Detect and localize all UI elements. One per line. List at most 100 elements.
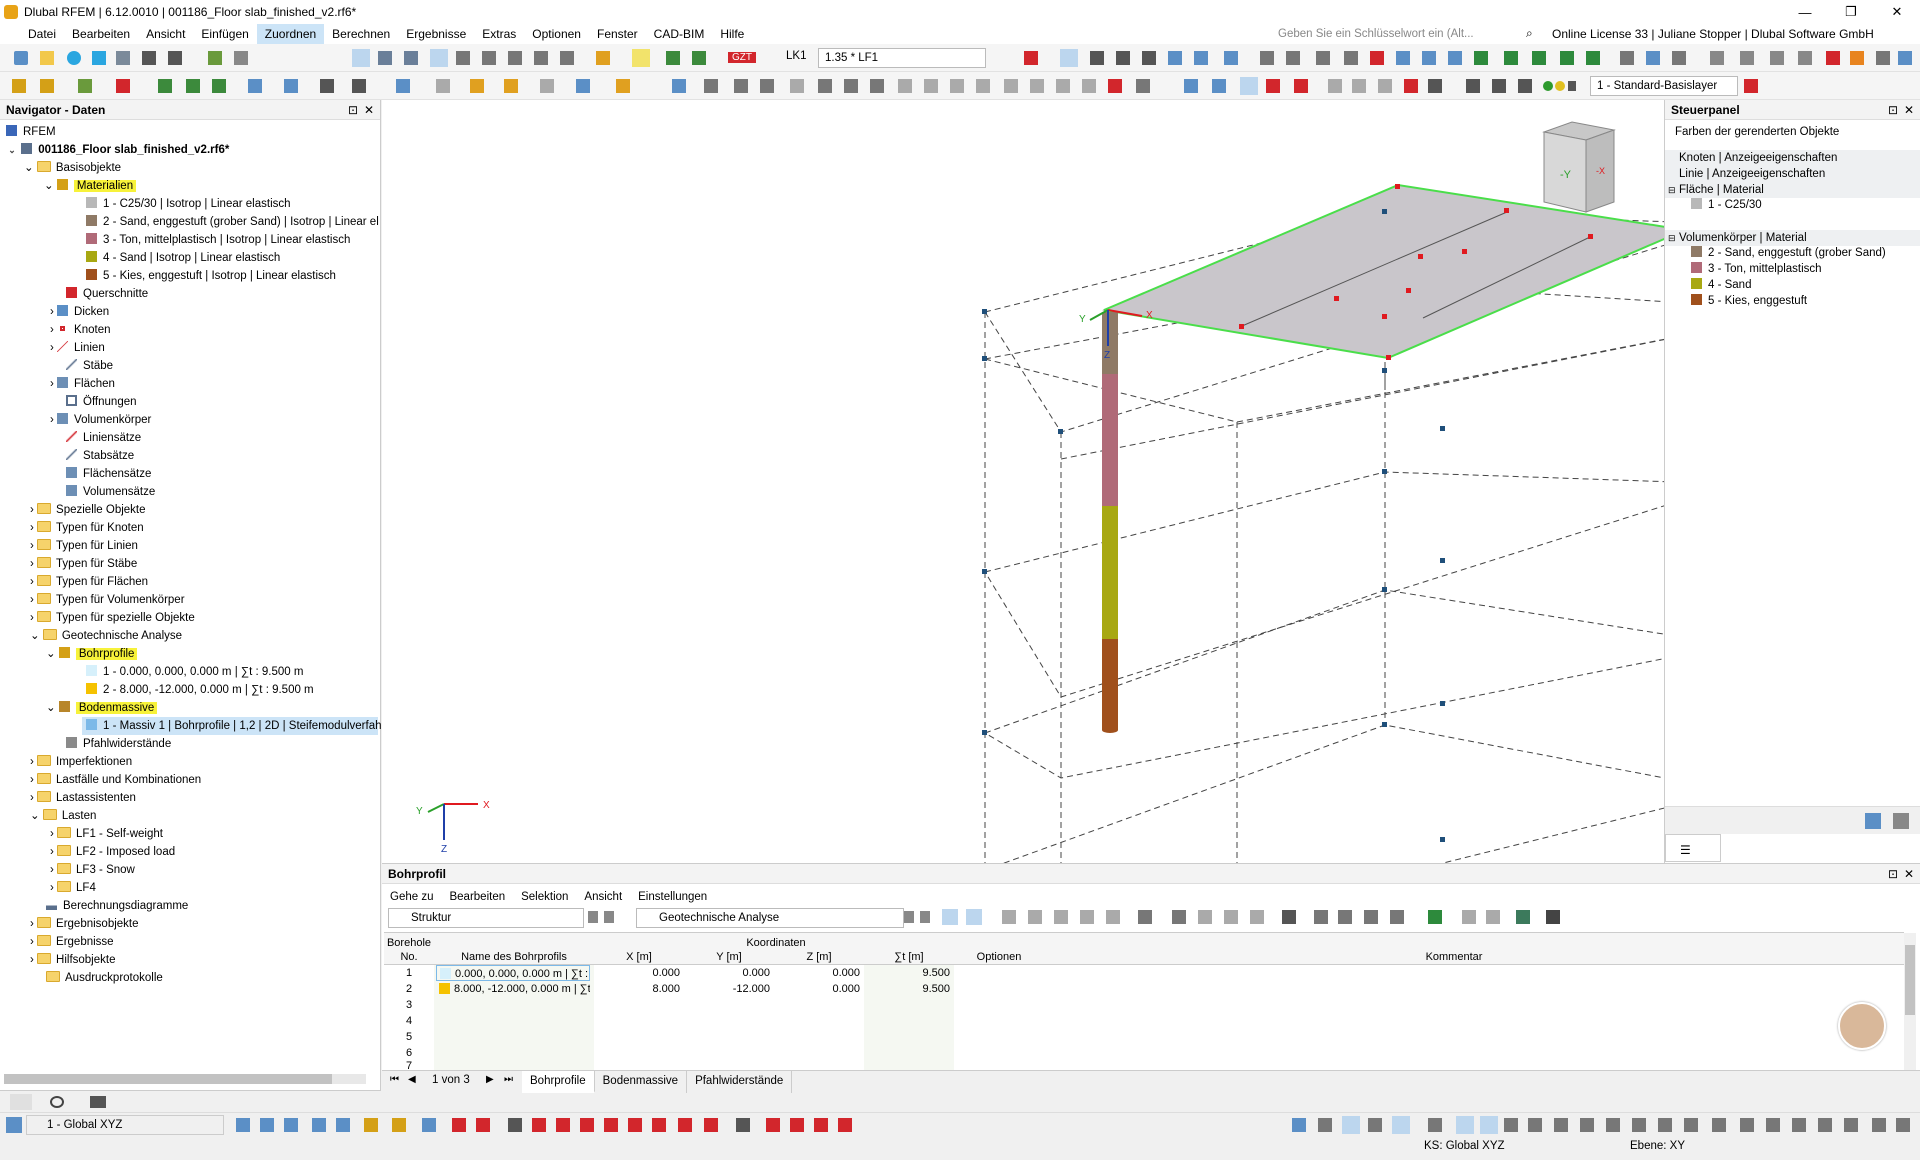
row-1-z[interactable]: 0.000 (774, 965, 860, 981)
expand-icon[interactable]: ⌄ (6, 141, 18, 159)
menu-extras[interactable]: Extras (474, 24, 524, 44)
tree-pfahlwiderstaende[interactable]: Pfahlwiderstände (66, 735, 171, 753)
tree-querschnitte[interactable]: Querschnitte (66, 285, 148, 303)
export-icon[interactable] (1893, 813, 1909, 829)
menu-hilfe[interactable]: Hilfe (712, 24, 752, 44)
load-type-selector[interactable]: GZT (722, 48, 782, 68)
menu-einfuegen[interactable]: Einfügen (193, 24, 256, 44)
tree-typen-staebe[interactable]: › Typen für Stäbe (30, 555, 137, 573)
table-menu-selektion[interactable]: Selektion (513, 888, 576, 906)
tree-flaechen[interactable]: › Flächen (50, 375, 115, 393)
tree-ergebnisse[interactable]: › Ergebnisse (30, 933, 114, 951)
close-window-button[interactable]: ✕ (1874, 0, 1920, 24)
tree-material-3[interactable]: 3 - Ton, mittelplastisch | Isotrop | Lin… (86, 231, 350, 249)
menu-bearbeiten[interactable]: Bearbeiten (64, 24, 138, 44)
row-1-x[interactable]: 0.000 (594, 965, 680, 981)
row-2-name[interactable]: 8.000, -12.000, 0.000 m | ∑t : 9.50... (436, 981, 590, 997)
scrollbar-thumb[interactable] (4, 1074, 332, 1084)
3d-viewport[interactable]: X Y Z X Y Z -Y -X (382, 100, 1735, 960)
camera-tab-icon[interactable] (90, 1096, 106, 1108)
table-menu-bearbeiten[interactable]: Bearbeiten (441, 888, 513, 906)
legend-item[interactable]: 4 - Sand (1691, 278, 1751, 293)
tree-material-5[interactable]: 5 - Kies, enggestuft | Isotrop | Linear … (86, 267, 336, 285)
tree-geotechnische-analyse[interactable]: ⌄ Geotechnische Analyse (30, 627, 182, 645)
tree-massiv-1[interactable]: 1 - Massiv 1 | Bohrprofile | 1,2 | 2D | … (82, 717, 382, 735)
last-page-icon[interactable]: ⏭ (504, 1074, 513, 1085)
row-1-name[interactable]: 0.000, 0.000, 0.000 m | ∑t : 9.500 m (436, 965, 590, 981)
load-combo-dropdown[interactable]: 1.35 * LF1 (818, 48, 986, 68)
keyword-search-input[interactable]: Geben Sie ein Schlüsselwort ein (Alt... (1278, 26, 1522, 42)
horizontal-scrollbar[interactable] (4, 1074, 366, 1084)
tree-typen-linien[interactable]: › Typen für Linien (30, 537, 138, 555)
menu-cad-bim[interactable]: CAD-BIM (646, 24, 713, 44)
tree-lf3[interactable]: › LF3 - Snow (50, 861, 135, 879)
menu-ansicht[interactable]: Ansicht (138, 24, 193, 44)
tab-pfahlwiderstaende[interactable]: Pfahlwiderstände (687, 1071, 793, 1093)
close-panel-icon[interactable]: ✕ (1904, 864, 1914, 884)
legend-settings-icon[interactable] (1865, 813, 1881, 829)
next-page-icon[interactable]: ▶ (486, 1074, 494, 1085)
legend-item[interactable]: 3 - Ton, mittelplastisch (1691, 262, 1822, 277)
legend-item[interactable]: 2 - Sand, enggestuft (grober Sand) (1691, 246, 1886, 261)
tree-oeffnungen[interactable]: Öffnungen (66, 393, 137, 411)
tree-flaechensaetze[interactable]: Flächensätze (66, 465, 151, 483)
group-flaeche[interactable]: ⊟ Fläche | Material (1665, 182, 1920, 198)
tree-lasten[interactable]: ⌄ Lasten (30, 807, 96, 825)
menu-optionen[interactable]: Optionen (524, 24, 589, 44)
table-menu-einstellungen[interactable]: Einstellungen (630, 888, 715, 906)
model-view-canvas[interactable]: X Y Z X Y Z -Y -X (382, 100, 1735, 960)
tree-linien[interactable]: › Linien (50, 339, 105, 357)
tree-stabsaetze[interactable]: Stabsätze (66, 447, 134, 465)
layer-dropdown[interactable]: 1 - Standard-Basislayer (1590, 76, 1738, 96)
tree-borehole-2[interactable]: 2 - 8.000, -12.000, 0.000 m | ∑t : 9.500… (86, 681, 314, 699)
tree-ausdruckprotokolle[interactable]: Ausdruckprotokolle (46, 969, 163, 987)
view-cube[interactable]: -Y -X (1542, 121, 1616, 213)
legend-item[interactable]: 1 - C25/30 (1691, 198, 1762, 213)
vertical-scrollbar[interactable] (1904, 933, 1916, 1071)
prev-page-icon[interactable]: ◀ (408, 1074, 416, 1085)
table-toolbar-icons[interactable] (382, 906, 1920, 930)
row-2-y[interactable]: -12.000 (684, 981, 770, 997)
table-menu-gehe-zu[interactable]: Gehe zu (382, 888, 441, 906)
list-view-tab[interactable]: ☰ (1665, 834, 1721, 862)
menu-fenster[interactable]: Fenster (589, 24, 646, 44)
menu-zuordnen[interactable]: Zuordnen (256, 24, 325, 44)
tree-materialien[interactable]: ⌄ Materialien (44, 177, 137, 195)
tree-typen-volumenkoerper[interactable]: › Typen für Volumenkörper (30, 591, 185, 609)
tab-bohrprofile[interactable]: Bohrprofile (522, 1071, 595, 1093)
bottom-toolbar-icons[interactable] (232, 1113, 1912, 1137)
tab-bodenmassive[interactable]: Bodenmassive (595, 1071, 688, 1093)
tree-spezielle-objekte[interactable]: › Spezielle Objekte (30, 501, 146, 519)
coordinate-system-icon[interactable] (6, 1117, 22, 1133)
tree-imperfektionen[interactable]: › Imperfektionen (30, 753, 132, 771)
tree-typen-spezielle[interactable]: › Typen für spezielle Objekte (30, 609, 195, 627)
tree-dicken[interactable]: › Dicken (50, 303, 109, 321)
tree-basisobjekte[interactable]: ⌄ Basisobjekte (24, 159, 121, 177)
collapse-icon[interactable]: ⊟ (1668, 230, 1676, 246)
tree-bodenmassive[interactable]: ⌄ Bodenmassive (46, 699, 158, 717)
menu-ergebnisse[interactable]: Ergebnisse (398, 24, 474, 44)
data-tab-icon[interactable] (10, 1094, 32, 1110)
tree-bohrprofile[interactable]: ⌄ Bohrprofile (46, 645, 138, 663)
tree-ergebnisobjekte[interactable]: › Ergebnisobjekte (30, 915, 139, 933)
view-tab-icon[interactable] (50, 1096, 64, 1108)
row-2-z[interactable]: 0.000 (774, 981, 860, 997)
tree-lf4[interactable]: › LF4 (50, 879, 96, 897)
minimize-button[interactable]: — (1782, 0, 1828, 24)
tree-material-4[interactable]: 4 - Sand | Isotrop | Linear elastisch (86, 249, 280, 267)
menu-berechnen[interactable]: Berechnen (324, 24, 398, 44)
tree-material-2[interactable]: 2 - Sand, enggestuft (grober Sand) | Iso… (86, 213, 379, 231)
tree-lastassistenten[interactable]: › Lastassistenten (30, 789, 136, 807)
group-volumenkoerper[interactable]: ⊟ Volumenkörper | Material (1665, 230, 1920, 246)
tree-lastfaelle[interactable]: › Lastfälle und Kombinationen (30, 771, 201, 789)
tree-liniensaetze[interactable]: Liniensätze (66, 429, 141, 447)
close-panel-icon[interactable]: ✕ (1904, 100, 1914, 120)
pin-icon[interactable]: ⊡ (1888, 864, 1898, 884)
group-linie[interactable]: Linie | Anzeigeeigenschaften (1665, 166, 1920, 182)
tree-volumensaetze[interactable]: Volumensätze (66, 483, 155, 501)
tree-file[interactable]: ⌄ 001186_Floor slab_finished_v2.rf6* (6, 141, 229, 159)
maximize-button[interactable]: ❐ (1828, 0, 1874, 24)
pin-icon[interactable]: ⊡ (1888, 100, 1898, 120)
tree-lf2[interactable]: › LF2 - Imposed load (50, 843, 175, 861)
tree-volumenkoerper[interactable]: › Volumenkörper (50, 411, 151, 429)
